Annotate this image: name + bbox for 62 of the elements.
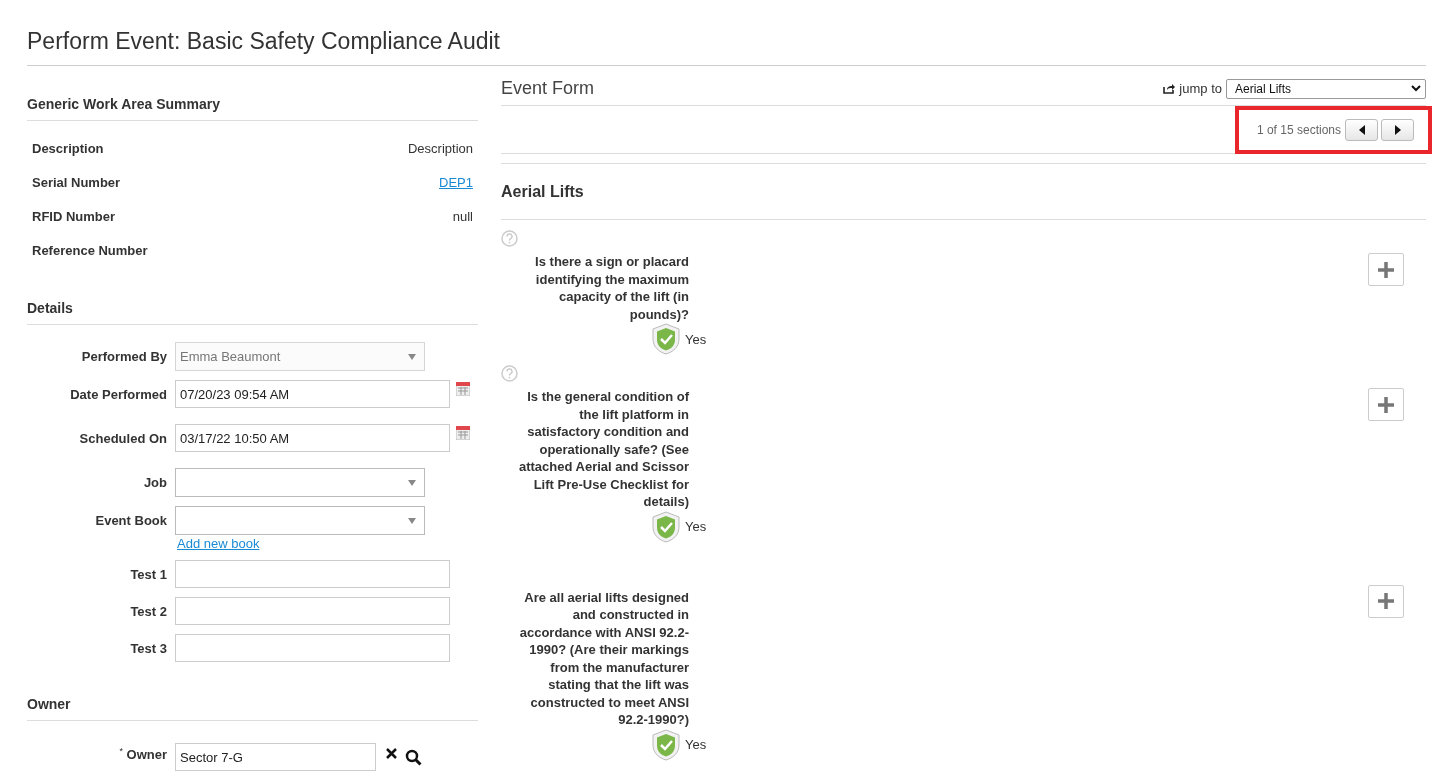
summary-label: Serial Number <box>32 174 121 190</box>
calendar-icon[interactable] <box>456 426 470 440</box>
serial-number-link[interactable]: DEP1 <box>439 174 473 190</box>
plus-icon <box>1378 593 1394 609</box>
right-triangle-icon <box>1394 125 1401 135</box>
date-field[interactable]: 03/17/22 10:50 AM <box>175 424 450 452</box>
answer-text: Yes <box>685 737 707 752</box>
search-icon[interactable] <box>405 748 422 766</box>
add-book-link[interactable]: Add new book <box>177 536 260 551</box>
summary-value: Description <box>407 140 473 156</box>
question-text: Are all aerial lifts designed and constructed in accordance with ANSI 92.2-1990? (Are their markings from the manufacturer stating that the lift was constructed to meet ANSI 92.2-1990?) <box>518 588 689 729</box>
answer-text: Yes <box>685 331 707 347</box>
section-heading: Details <box>27 300 478 325</box>
text-field[interactable] <box>175 560 450 588</box>
share-arrow-icon <box>1163 83 1176 94</box>
select-field[interactable] <box>175 506 425 535</box>
section-heading: Aerial Lifts <box>501 182 584 201</box>
jump-label: jump to <box>1179 81 1222 96</box>
field-label: Scheduled On <box>78 430 167 446</box>
field-label: Test 1 <box>129 566 167 582</box>
left-triangle-icon <box>1358 125 1365 135</box>
section-select[interactable]: Aerial Lifts <box>1226 78 1426 99</box>
field-label: Test 2 <box>129 603 167 619</box>
dropdown-caret-icon <box>408 479 416 486</box>
plus-icon <box>1378 261 1394 278</box>
owner-field[interactable]: Sector 7-G <box>175 743 376 771</box>
add-button[interactable] <box>1368 253 1404 286</box>
field-label: Event Book <box>94 512 167 528</box>
text-field[interactable] <box>175 597 450 625</box>
form-title: Event Form <box>501 78 595 99</box>
chevron-down-icon <box>1411 85 1421 92</box>
summary-label: Reference Number <box>32 242 148 258</box>
field-label: Performed By <box>80 348 167 364</box>
calendar-icon[interactable] <box>456 382 470 396</box>
next-button[interactable] <box>1381 119 1414 141</box>
dropdown-caret-icon <box>408 353 416 360</box>
question-text: Is the general condition of the lift platform in satisfactory condition and operationally safe? (See attached Aerial and Scissor Lift Pre-Use Checklist for details) <box>517 388 689 511</box>
shield-check-icon <box>651 728 681 761</box>
field-label: $^{*}$ Owner <box>118 745 167 763</box>
field-label: Date Performed <box>69 386 167 402</box>
section-heading: Generic Work Area Summary <box>27 96 478 121</box>
dropdown-caret-icon <box>408 517 416 524</box>
summary-label: RFID Number <box>32 208 116 224</box>
pager-text: 1 of 15 sections <box>1256 123 1341 137</box>
page-title: Perform Event: Basic Safety Compliance Audit <box>27 28 1426 66</box>
shield-check-icon <box>651 510 681 543</box>
summary-label: Description <box>32 140 104 156</box>
question-text: Is there a sign or placard identifying the maximum capacity of the lift (in pounds)? <box>534 253 689 323</box>
add-button[interactable] <box>1368 388 1404 421</box>
field-label: Test 3 <box>129 640 167 656</box>
section-heading: Owner <box>27 696 478 721</box>
text-field[interactable] <box>175 634 450 662</box>
answer-text: Yes <box>685 519 707 534</box>
plus-icon <box>1378 396 1394 413</box>
shield-check-icon <box>651 323 681 355</box>
summary-value: null <box>452 208 473 224</box>
date-field[interactable]: 07/20/23 09:54 AM <box>175 380 450 408</box>
previous-button[interactable] <box>1345 119 1378 141</box>
add-button[interactable] <box>1368 584 1404 618</box>
clear-icon[interactable] <box>386 747 397 759</box>
field-label: Job <box>142 474 167 490</box>
select-field[interactable] <box>175 468 425 497</box>
